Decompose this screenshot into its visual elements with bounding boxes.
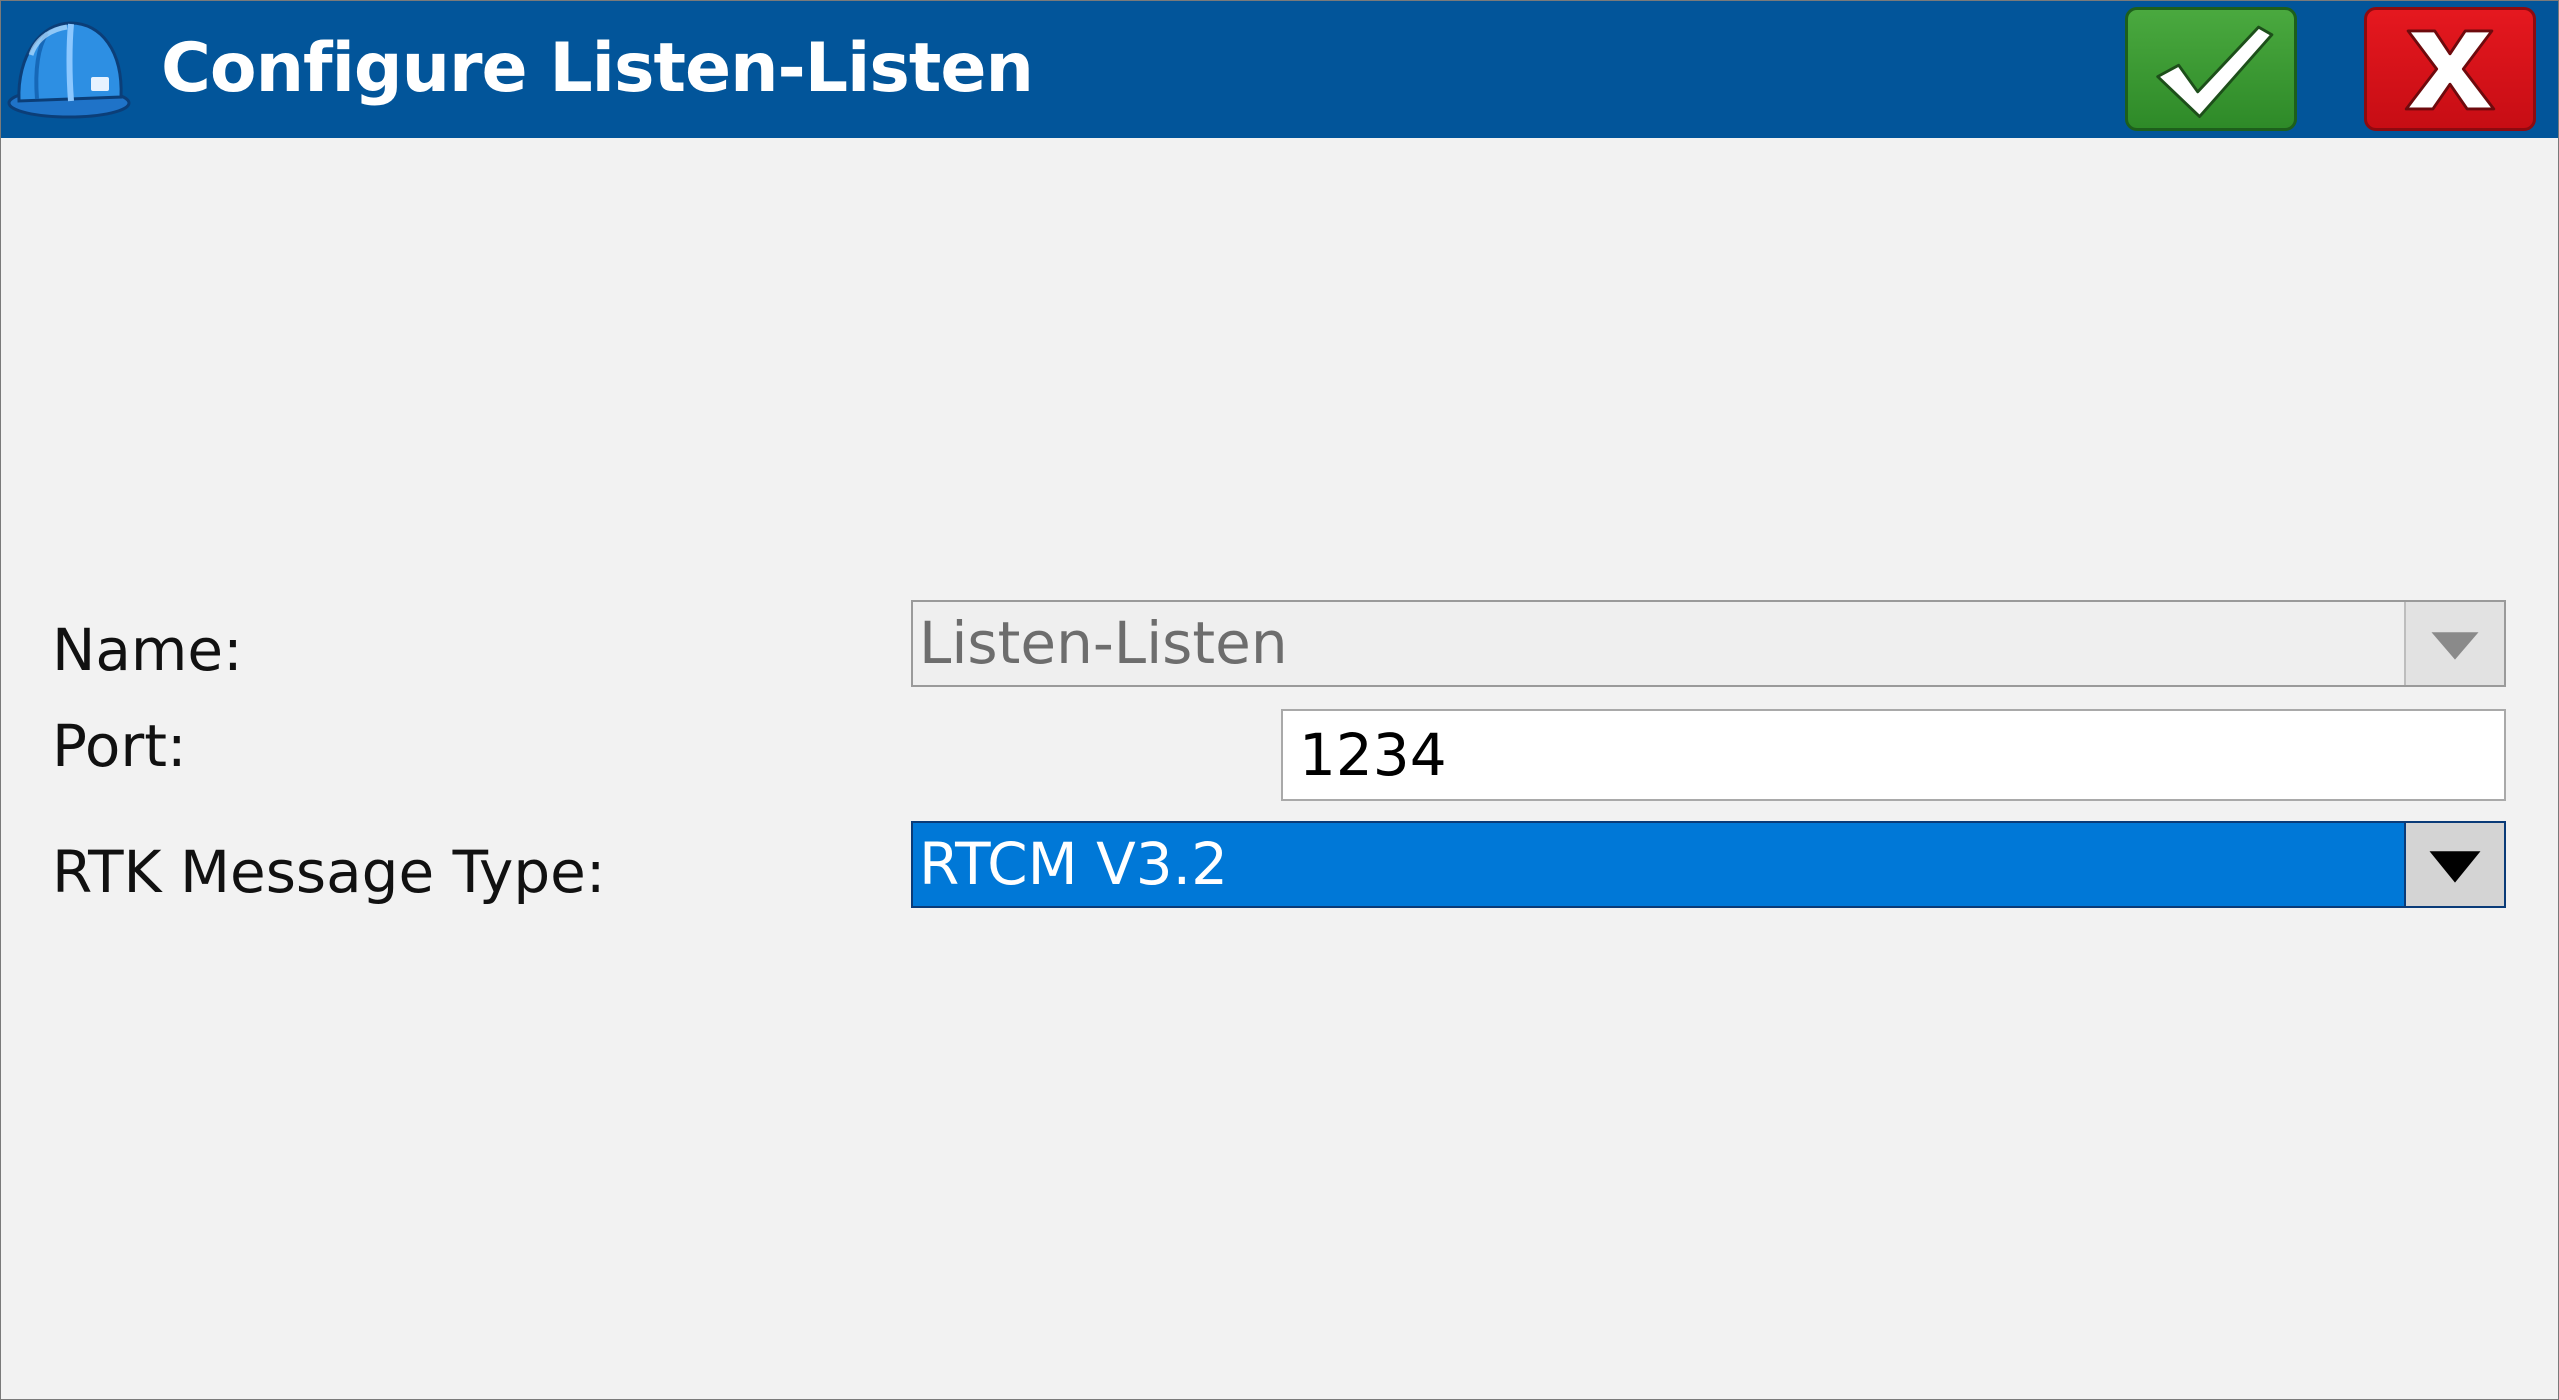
cancel-button[interactable] (2364, 7, 2536, 131)
title-bar: Configure Listen-Listen (1, 1, 2558, 138)
name-dropdown-button[interactable] (2404, 602, 2504, 685)
dialog-window (0, 0, 2559, 1400)
rtk-message-type-dropdown-button[interactable] (2404, 823, 2504, 906)
hard-hat-icon (7, 15, 131, 121)
chevron-down-icon (2431, 632, 2479, 660)
port-input[interactable]: 1234 (1281, 709, 2506, 801)
port-label: Port: (52, 712, 187, 780)
rtk-message-type-dropdown[interactable]: RTCM V3.2 (911, 821, 2506, 908)
checkmark-icon (2156, 25, 2274, 119)
close-x-icon (2404, 29, 2496, 111)
ok-button[interactable] (2125, 7, 2297, 131)
rtk-message-type-label: RTK Message Type: (52, 838, 606, 906)
name-dropdown[interactable]: Listen-Listen (911, 600, 2506, 687)
name-label: Name: (52, 616, 243, 684)
port-input-value: 1234 (1299, 721, 1447, 789)
chevron-down-icon (2429, 851, 2481, 883)
window-title: Configure Listen-Listen (161, 29, 1034, 108)
rtk-message-type-value: RTCM V3.2 (919, 830, 1229, 898)
name-dropdown-value: Listen-Listen (919, 609, 1288, 677)
